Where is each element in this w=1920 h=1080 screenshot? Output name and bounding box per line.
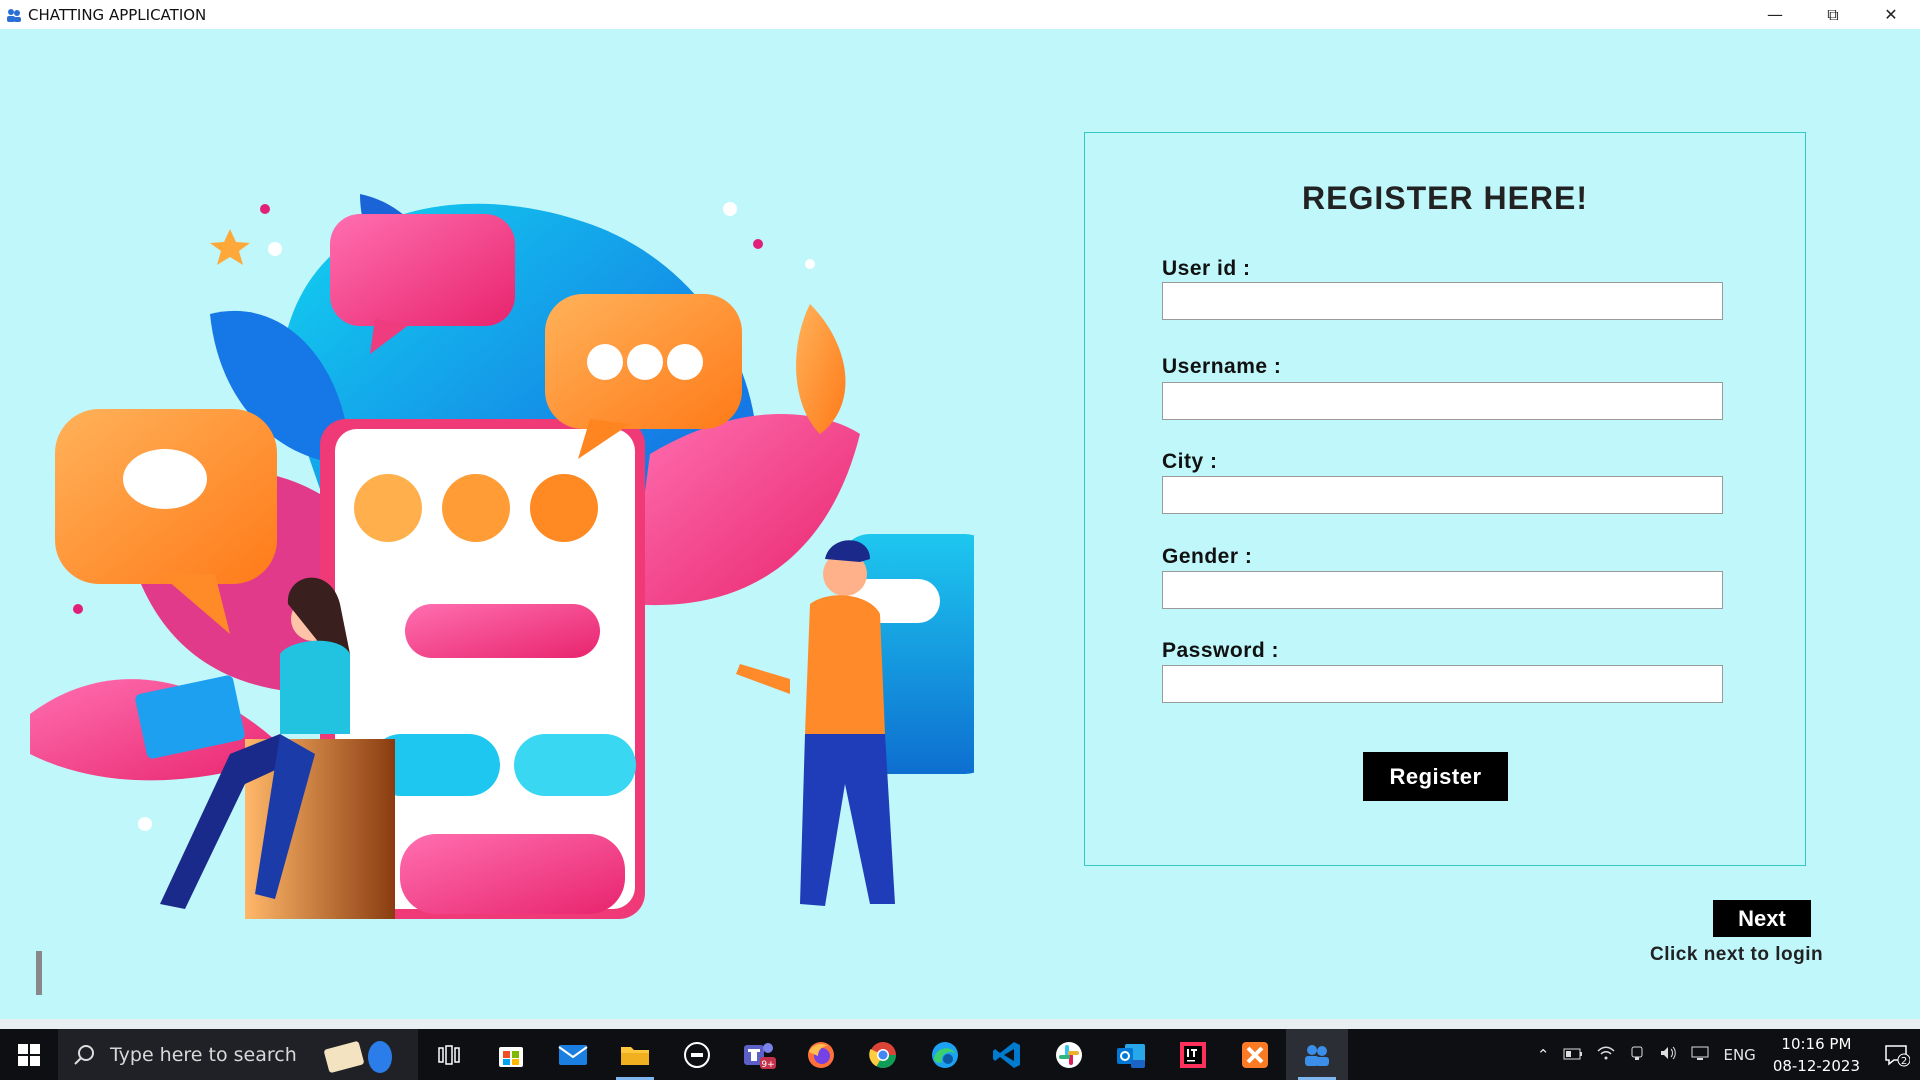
register-heading: REGISTER HERE!: [1301, 180, 1589, 216]
clock-date: 08-12-2023: [1772, 1056, 1860, 1075]
client-area: REGISTER HERE! User id : Username : City…: [0, 29, 1920, 1019]
username-label: Username :: [1162, 355, 1282, 378]
search-placeholder: Type here to search: [110, 1043, 297, 1066]
chat-illustration: [30, 194, 974, 919]
display-icon[interactable]: [1684, 1045, 1716, 1065]
next-button[interactable]: Next: [1713, 900, 1811, 937]
small-mark: [36, 951, 42, 995]
vscode-icon: [993, 1041, 1020, 1068]
window-bottom-strip: [0, 1019, 1920, 1029]
notification-icon: 2: [1885, 1044, 1910, 1067]
app-icon: [7, 8, 21, 22]
search-highlight-icon: [324, 1041, 392, 1073]
password-label: Password :: [1162, 639, 1280, 662]
outlook-icon: [1117, 1043, 1145, 1068]
slack-icon: [1056, 1041, 1082, 1068]
password-input[interactable]: [1162, 665, 1723, 703]
taskbar-store[interactable]: [480, 1029, 542, 1080]
system-tray: ⌃ ENG 10:16 PM 08-12-2023 2: [1530, 1029, 1920, 1080]
language-indicator[interactable]: ENG: [1716, 1046, 1762, 1064]
taskbar-intellij[interactable]: [1162, 1029, 1224, 1080]
task-view-icon: [438, 1044, 460, 1065]
window-title: CHATTING APPLICATION: [28, 5, 207, 24]
search-icon: [74, 1044, 94, 1065]
notifications-button[interactable]: 2: [1874, 1029, 1920, 1080]
teams-icon: 9+: [744, 1042, 776, 1070]
chevron-up-icon[interactable]: ⌃: [1530, 1046, 1557, 1064]
device-icon[interactable]: [1622, 1045, 1652, 1065]
userid-label: User id :: [1162, 257, 1251, 280]
taskbar-chrome[interactable]: [852, 1029, 914, 1080]
taskbar-chatting-app[interactable]: [1286, 1029, 1348, 1080]
taskbar-mail[interactable]: [542, 1029, 604, 1080]
taskbar-vscode[interactable]: [976, 1029, 1038, 1080]
register-panel: REGISTER HERE! User id : Username : City…: [1084, 132, 1806, 866]
teams-badge: 9+: [761, 1060, 774, 1070]
volume-icon[interactable]: [1652, 1045, 1684, 1065]
task-view-button[interactable]: [418, 1029, 480, 1080]
taskbar-dell[interactable]: [666, 1029, 728, 1080]
minimize-button[interactable]: —: [1746, 0, 1804, 29]
restore-button[interactable]: ⧉: [1804, 0, 1862, 29]
folder-icon: [621, 1046, 649, 1065]
taskbar: Type here to search 9+ ⌃ ENG 10:16 PM 08…: [0, 1029, 1920, 1080]
clock[interactable]: 10:16 PM 08-12-2023: [1763, 1033, 1874, 1077]
next-hint: Click next to login: [1650, 944, 1824, 965]
chat-app-icon: [1305, 1044, 1329, 1066]
taskbar-outlook-new[interactable]: [1100, 1029, 1162, 1080]
wifi-icon[interactable]: [1590, 1046, 1622, 1064]
taskbar-teams[interactable]: 9+: [728, 1029, 790, 1080]
title-bar: CHATTING APPLICATION — ⧉ ✕: [0, 0, 1920, 29]
close-button[interactable]: ✕: [1862, 0, 1920, 29]
city-label: City :: [1162, 450, 1218, 473]
taskbar-xampp[interactable]: [1224, 1029, 1286, 1080]
dell-icon: [684, 1041, 710, 1068]
intellij-icon: [1180, 1041, 1206, 1068]
taskbar-search[interactable]: Type here to search: [58, 1029, 418, 1080]
store-icon: [499, 1046, 523, 1067]
mail-icon: [558, 1044, 588, 1065]
battery-icon[interactable]: [1556, 1046, 1590, 1064]
userid-input[interactable]: [1162, 282, 1723, 320]
firefox-icon: [808, 1041, 834, 1068]
taskbar-firefox[interactable]: [790, 1029, 852, 1080]
city-input[interactable]: [1162, 476, 1723, 514]
notification-count: 2: [1901, 1056, 1907, 1067]
chrome-icon: [869, 1041, 897, 1068]
taskbar-slack[interactable]: [1038, 1029, 1100, 1080]
taskbar-file-explorer[interactable]: [604, 1029, 666, 1080]
windows-icon: [18, 1043, 40, 1066]
start-button[interactable]: [0, 1029, 58, 1080]
username-input[interactable]: [1162, 382, 1723, 420]
edge-icon: [932, 1041, 958, 1068]
gender-input[interactable]: [1162, 571, 1723, 609]
taskbar-edge[interactable]: [914, 1029, 976, 1080]
gender-label: Gender :: [1162, 545, 1253, 568]
clock-time: 10:16 PM: [1781, 1034, 1852, 1053]
xampp-icon: [1242, 1041, 1268, 1068]
register-button[interactable]: Register: [1363, 752, 1508, 801]
